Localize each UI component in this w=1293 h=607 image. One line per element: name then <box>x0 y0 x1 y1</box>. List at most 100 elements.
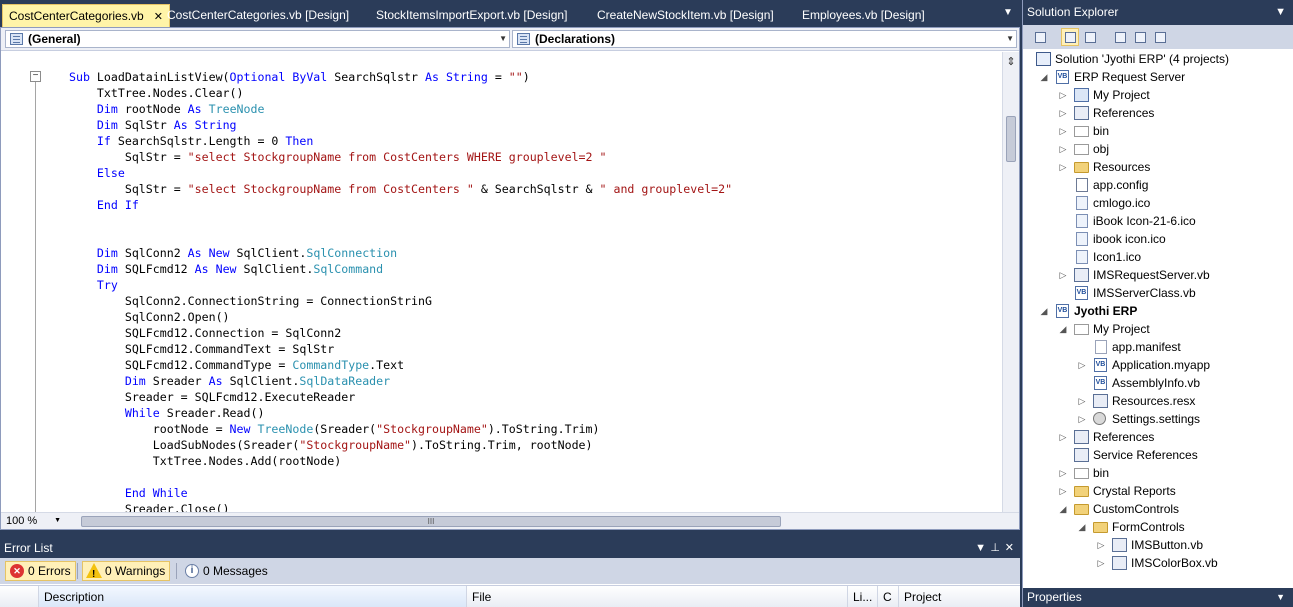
code-line[interactable]: Dim SqlConn2 As New SqlClient.SqlConnect… <box>69 245 732 261</box>
warnings-filter-button[interactable]: ! 0 Warnings <box>82 561 171 581</box>
column-header-column[interactable]: C <box>877 586 898 607</box>
zoom-combo[interactable]: 100 % ▼ <box>3 514 63 528</box>
tree-node-label: References <box>1093 430 1155 444</box>
code-line[interactable]: SqlConn2.ConnectionString = ConnectionSt… <box>69 293 732 309</box>
code-line[interactable]: SQLFcmd12.CommandType = CommandType.Text <box>69 357 732 373</box>
expand-arrow-icon[interactable]: ▷ <box>1096 536 1106 554</box>
tree-node-label: References <box>1093 106 1155 120</box>
tab-employees-design[interactable]: Employees.vb [Design] <box>796 4 931 27</box>
code-token: SqlConn2.ConnectionString = ConnectionSt… <box>69 294 432 308</box>
method-name-combo[interactable]: (Declarations) ▼ <box>512 30 1017 48</box>
code-line[interactable]: SqlStr = "select StockgroupName from Cos… <box>69 181 732 197</box>
code-token: As New <box>194 262 244 276</box>
dropdown-icon[interactable]: ▼ <box>1275 0 1286 25</box>
code-line[interactable]: If SearchSqlstr.Length = 0 Then <box>69 133 732 149</box>
expand-arrow-icon[interactable]: ▷ <box>1077 410 1087 428</box>
close-icon[interactable]: ✕ <box>1005 538 1014 558</box>
code-line[interactable]: LoadSubNodes(Sreader("StockgroupName").T… <box>69 437 732 453</box>
tab-label: CostCenterCategories.vb [Design] <box>167 8 350 22</box>
code-line[interactable]: Dim rootNode As TreeNode <box>69 101 732 117</box>
code-line[interactable]: TxtTree.Nodes.Add(rootNode) <box>69 453 732 469</box>
tree-node-label: AssemblyInfo.vb <box>1112 376 1201 390</box>
collapse-arrow-icon[interactable]: ◢ <box>1077 518 1087 536</box>
expand-arrow-icon[interactable]: ▷ <box>1058 428 1068 446</box>
class-diagram-button[interactable] <box>1151 28 1169 46</box>
view-designer-button[interactable] <box>1131 28 1149 46</box>
tree-node-label: cmlogo.ico <box>1093 196 1151 210</box>
code-line[interactable]: Try <box>69 277 732 293</box>
expand-arrow-icon[interactable]: ▷ <box>1077 392 1087 410</box>
code-line[interactable] <box>69 213 732 229</box>
code-token: SqlDataReader <box>299 374 391 388</box>
code-line[interactable]: Sub LoadDatainListView(Optional ByVal Se… <box>69 69 732 85</box>
expand-arrow-icon[interactable]: ▷ <box>1077 356 1087 374</box>
code-line[interactable] <box>69 469 732 485</box>
collapse-arrow-icon[interactable]: ◢ <box>1058 320 1068 338</box>
code-line[interactable]: rootNode = New TreeNode(Sreader("Stockgr… <box>69 421 732 437</box>
expand-arrow-icon[interactable]: ▷ <box>1058 122 1068 140</box>
code-line[interactable]: Dim Sreader As SqlClient.SqlDataReader <box>69 373 732 389</box>
expand-arrow-icon[interactable]: ▷ <box>1058 266 1068 284</box>
column-header-file[interactable]: File <box>466 586 847 607</box>
code-token: SQLFcmd12.CommandText = SqlStr <box>69 342 335 356</box>
collapse-outline-icon[interactable]: − <box>30 71 41 82</box>
code-text-area[interactable]: − Sub LoadDatainListView(Optional ByVal … <box>1 52 1001 514</box>
tree-node-label: Settings.settings <box>1112 412 1201 426</box>
column-header-project[interactable]: Project <box>898 586 1020 607</box>
code-line[interactable]: TxtTree.Nodes.Clear() <box>69 85 732 101</box>
expand-arrow-icon[interactable]: ▷ <box>1058 482 1068 500</box>
tab-costcentercategories-code[interactable]: CostCenterCategories.vb ✕ <box>2 4 170 27</box>
pin-icon[interactable]: ⊥ <box>990 538 1000 558</box>
view-code-button[interactable] <box>1111 28 1129 46</box>
expand-arrow-icon[interactable]: ▷ <box>1058 464 1068 482</box>
collapse-arrow-icon[interactable]: ◢ <box>1039 302 1049 320</box>
collapse-arrow-icon[interactable]: ◢ <box>1058 500 1068 518</box>
solution-tree[interactable]: Solution 'Jyothi ERP' (4 projects) ◢ VB ERP… <box>1023 49 1293 588</box>
tab-stockitemsimportexport-design[interactable]: StockItemsImportExport.vb [Design] <box>370 4 573 27</box>
code-line[interactable]: While Sreader.Read() <box>69 405 732 421</box>
expand-arrow-icon[interactable]: ▷ <box>1058 86 1068 104</box>
expand-arrow-icon[interactable]: ▷ <box>1058 140 1068 158</box>
class-name-combo[interactable]: (General) ▼ <box>5 30 510 48</box>
tab-createnewstockitem-design[interactable]: CreateNewStockItem.vb [Design] <box>591 4 780 27</box>
show-all-files-button[interactable] <box>1061 28 1079 46</box>
split-window-icon[interactable]: ⇕ <box>1004 54 1018 70</box>
collapse-arrow-icon[interactable]: ◢ <box>1039 68 1049 86</box>
vertical-scrollbar[interactable]: ⇕ <box>1002 52 1019 514</box>
tab-costcentercategories-design[interactable]: CostCenterCategories.vb [Design] <box>161 4 355 27</box>
code-token: SqlCommand <box>313 262 384 276</box>
properties-titlebar[interactable]: Properties ▼ <box>1022 588 1293 607</box>
code-line[interactable]: Dim SqlStr As String <box>69 117 732 133</box>
code-line[interactable]: Dim SQLFcmd12 As New SqlClient.SqlComman… <box>69 261 732 277</box>
code-line[interactable]: Else <box>69 165 732 181</box>
code-line[interactable]: Sreader = SQLFcmd12.ExecuteReader <box>69 389 732 405</box>
ref-icon <box>1074 448 1089 462</box>
code-line[interactable]: SQLFcmd12.CommandText = SqlStr <box>69 341 732 357</box>
tab-label: Employees.vb [Design] <box>802 8 925 22</box>
expand-arrow-icon[interactable]: ▷ <box>1058 104 1068 122</box>
errors-filter-button[interactable]: ✕ 0 Errors <box>5 561 76 581</box>
dropdown-icon[interactable]: ▼ <box>975 538 986 558</box>
tab-overflow-dropdown-icon[interactable]: ▼ <box>1002 7 1014 19</box>
horizontal-scroll-thumb[interactable]: III <box>81 516 781 527</box>
code-line[interactable]: SqlConn2.Open() <box>69 309 732 325</box>
vb-icon: VB <box>1094 376 1107 390</box>
code-line[interactable]: SQLFcmd12.Connection = SqlConn2 <box>69 325 732 341</box>
expand-arrow-icon[interactable]: ▷ <box>1096 554 1106 572</box>
refresh-button[interactable] <box>1081 28 1099 46</box>
column-header-line[interactable]: Li... <box>847 586 877 607</box>
code-token: "select StockgroupName from CostCenters … <box>187 182 474 196</box>
code-line[interactable]: End While <box>69 485 732 501</box>
dropdown-icon[interactable]: ▼ <box>1276 588 1285 607</box>
code-line[interactable] <box>69 229 732 245</box>
column-header-category[interactable] <box>0 586 38 607</box>
code-line[interactable]: SqlStr = "select StockgroupName from Cos… <box>69 149 732 165</box>
vertical-scroll-thumb[interactable] <box>1006 116 1016 162</box>
code-line[interactable]: End If <box>69 197 732 213</box>
properties-toolbar-button[interactable] <box>1031 28 1049 46</box>
expand-arrow-icon[interactable]: ▷ <box>1058 158 1068 176</box>
code-token: Sreader <box>152 374 209 388</box>
messages-filter-button[interactable]: i 0 Messages <box>180 561 273 581</box>
source-code[interactable]: Sub LoadDatainListView(Optional ByVal Se… <box>69 69 732 514</box>
column-header-description[interactable]: Description <box>38 586 466 607</box>
